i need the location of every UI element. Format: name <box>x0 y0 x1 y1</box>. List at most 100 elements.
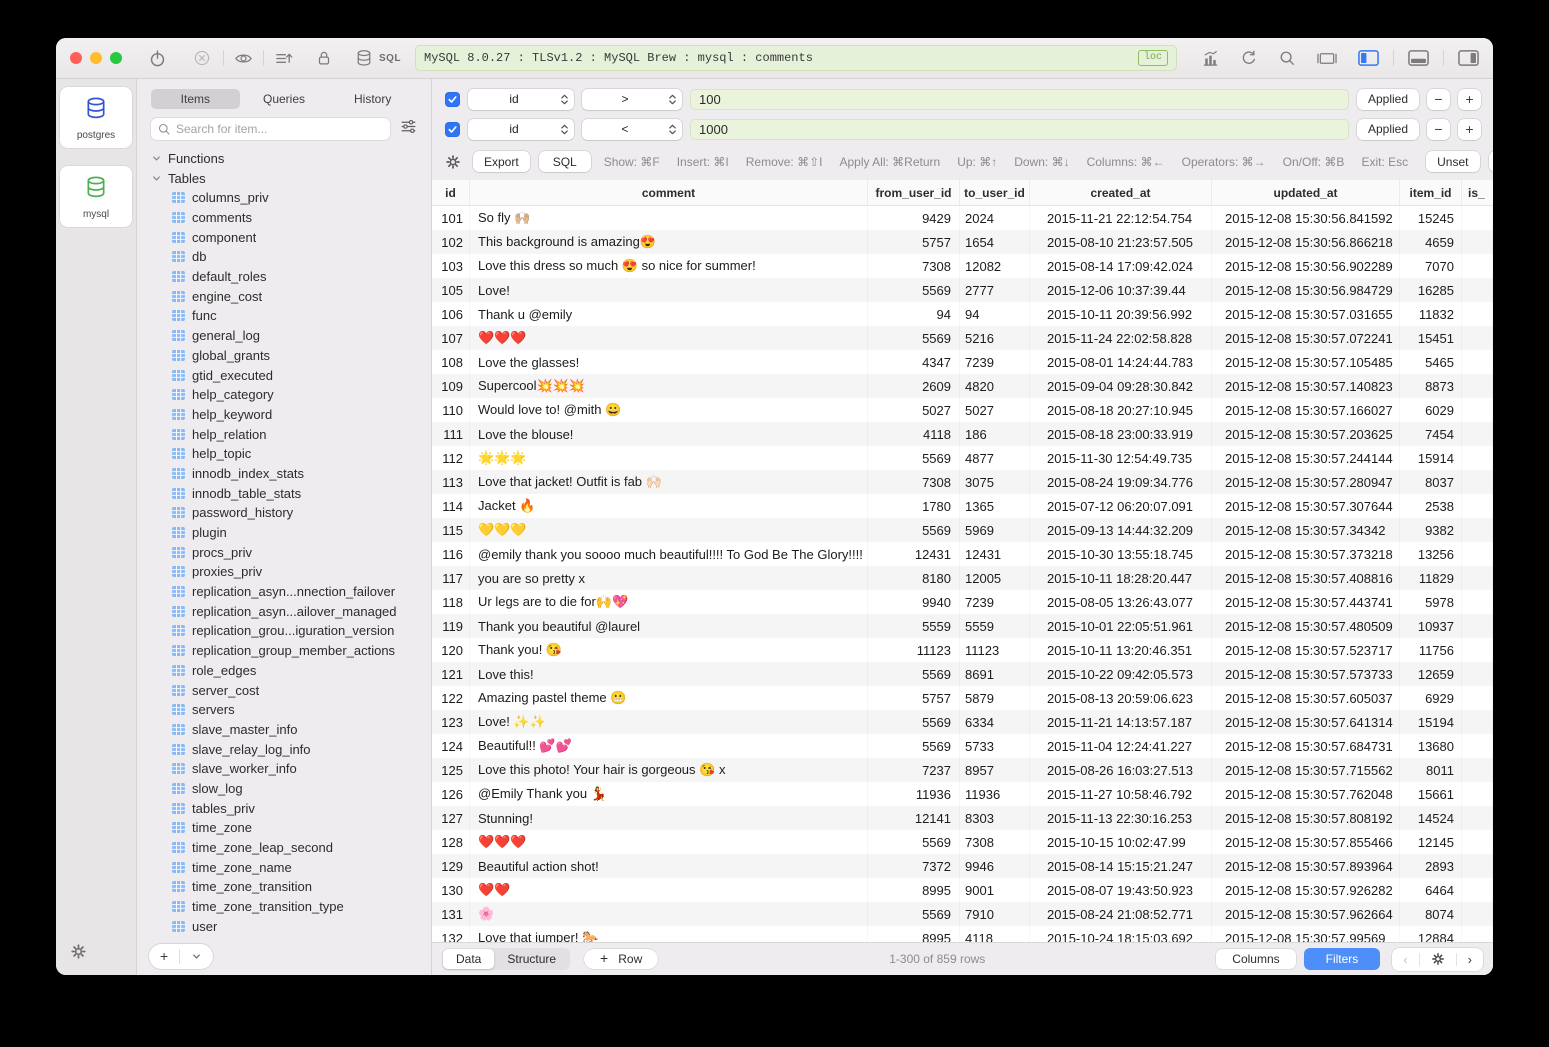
cell-comment[interactable]: This background is amazing😍 <box>470 230 868 254</box>
cell-comment[interactable]: Love that jacket! Outfit is fab 🙌🏻 <box>470 470 868 494</box>
cell-to_user_id[interactable]: 7239 <box>960 350 1030 374</box>
table-row[interactable]: 112🌟🌟🌟556948772015-11-30 12:54:49.735201… <box>432 446 1493 470</box>
cell-updated_at[interactable]: 2015-12-08 15:30:57.031655 <box>1212 302 1400 326</box>
sidebar-table-item[interactable]: help_category <box>151 385 431 405</box>
cell-is[interactable] <box>1462 470 1493 494</box>
table-row[interactable]: 122Amazing pastel theme 😬575758792015-08… <box>432 686 1493 710</box>
columns-button[interactable]: Columns <box>1216 949 1295 969</box>
cell-is[interactable] <box>1462 782 1493 806</box>
cell-is[interactable] <box>1462 494 1493 518</box>
unset-button[interactable]: Unset <box>1426 151 1479 172</box>
cell-is[interactable] <box>1462 806 1493 830</box>
cell-id[interactable]: 119 <box>432 614 470 638</box>
search-icon[interactable] <box>1278 49 1296 67</box>
cell-updated_at[interactable]: 2015-12-08 15:30:56.984729 <box>1212 278 1400 302</box>
cell-comment[interactable]: Thank you! 😘 <box>470 638 868 662</box>
table-row[interactable]: 121Love this!556986912015-10-22 09:42:05… <box>432 662 1493 686</box>
sidebar-table-item[interactable]: tables_priv <box>151 798 431 818</box>
page-settings-gear-icon[interactable] <box>1420 952 1456 966</box>
cell-id[interactable]: 105 <box>432 278 470 302</box>
sidebar-table-item[interactable]: engine_cost <box>151 286 431 306</box>
cell-from_user_id[interactable]: 7308 <box>868 470 960 494</box>
lock-icon[interactable] <box>315 49 333 67</box>
cell-comment[interactable]: Beautiful action shot! <box>470 854 868 878</box>
cell-updated_at[interactable]: 2015-12-08 15:30:57.166027 <box>1212 398 1400 422</box>
cell-id[interactable]: 114 <box>432 494 470 518</box>
cell-updated_at[interactable]: 2015-12-08 15:30:57.762048 <box>1212 782 1400 806</box>
sidebar-table-item[interactable]: help_relation <box>151 424 431 444</box>
cell-is[interactable] <box>1462 878 1493 902</box>
cell-is[interactable] <box>1462 254 1493 278</box>
cell-item_id[interactable]: 13256 <box>1400 542 1462 566</box>
table-row[interactable]: 120Thank you! 😘11123111232015-10-11 13:2… <box>432 638 1493 662</box>
cell-to_user_id[interactable]: 8691 <box>960 662 1030 686</box>
sidebar-table-item[interactable]: plugin <box>151 523 431 543</box>
cell-id[interactable]: 121 <box>432 662 470 686</box>
cell-updated_at[interactable]: 2015-12-08 15:30:57.105485 <box>1212 350 1400 374</box>
sidebar-table-item[interactable]: slave_worker_info <box>151 759 431 779</box>
cell-created_at[interactable]: 2015-08-10 21:23:57.505 <box>1030 230 1212 254</box>
cell-is[interactable] <box>1462 398 1493 422</box>
cell-item_id[interactable]: 9382 <box>1400 518 1462 542</box>
cell-comment[interactable]: Supercool💥💥💥 <box>470 374 868 398</box>
sidebar-table-item[interactable]: time_zone_leap_second <box>151 838 431 858</box>
cell-from_user_id[interactable]: 8180 <box>868 566 960 590</box>
connection-postgres[interactable]: postgres <box>60 87 132 148</box>
cell-from_user_id[interactable]: 8995 <box>868 926 960 942</box>
sidebar-table-item[interactable]: proxies_priv <box>151 562 431 582</box>
toggle-right-panel-icon[interactable] <box>1458 49 1479 67</box>
sidebar-table-item[interactable]: columns_priv <box>151 188 431 208</box>
cell-from_user_id[interactable]: 7308 <box>868 254 960 278</box>
cell-is[interactable] <box>1462 854 1493 878</box>
cell-is[interactable] <box>1462 638 1493 662</box>
add-item-menu-button[interactable] <box>180 951 213 962</box>
cell-id[interactable]: 108 <box>432 350 470 374</box>
table-row[interactable]: 103Love this dress so much 😍 so nice for… <box>432 254 1493 278</box>
cell-comment[interactable]: Love the blouse! <box>470 422 868 446</box>
cell-from_user_id[interactable]: 5569 <box>868 734 960 758</box>
sidebar-table-item[interactable]: slave_master_info <box>151 720 431 740</box>
cell-from_user_id[interactable]: 11123 <box>868 638 960 662</box>
table-row[interactable]: 115💛💛💛556959692015-09-13 14:44:32.209201… <box>432 518 1493 542</box>
cell-to_user_id[interactable]: 9001 <box>960 878 1030 902</box>
sidebar-table-item[interactable]: innodb_index_stats <box>151 464 431 484</box>
sidebar-table-item[interactable]: replication_grou...iguration_version <box>151 621 431 641</box>
cell-from_user_id[interactable]: 12141 <box>868 806 960 830</box>
filter-operator-select[interactable]: > <box>582 89 682 110</box>
cell-from_user_id[interactable]: 8995 <box>868 878 960 902</box>
cell-id[interactable]: 125 <box>432 758 470 782</box>
table-row[interactable]: 116@emily thank you soooo much beautiful… <box>432 542 1493 566</box>
cell-id[interactable]: 122 <box>432 686 470 710</box>
cell-is[interactable] <box>1462 422 1493 446</box>
cell-comment[interactable]: Love! <box>470 278 868 302</box>
cell-to_user_id[interactable]: 2024 <box>960 206 1030 230</box>
cell-created_at[interactable]: 2015-08-26 16:03:27.513 <box>1030 758 1212 782</box>
cell-comment[interactable]: So fly 🙌🏼 <box>470 206 868 230</box>
refresh-icon[interactable] <box>1240 49 1258 67</box>
sidebar-tab-history[interactable]: History <box>328 89 417 109</box>
cell-item_id[interactable]: 6029 <box>1400 398 1462 422</box>
chart-icon[interactable] <box>1201 49 1220 68</box>
cell-to_user_id[interactable]: 1365 <box>960 494 1030 518</box>
cell-from_user_id[interactable]: 9940 <box>868 590 960 614</box>
connection-status-bar[interactable]: MySQL 8.0.27 : TLSv1.2 : MySQL Brew : my… <box>415 45 1177 71</box>
cell-updated_at[interactable]: 2015-12-08 15:30:57.244144 <box>1212 446 1400 470</box>
cell-is[interactable] <box>1462 230 1493 254</box>
connection-mysql[interactable]: mysql <box>60 166 132 227</box>
cell-to_user_id[interactable]: 7239 <box>960 590 1030 614</box>
cell-from_user_id[interactable]: 12431 <box>868 542 960 566</box>
cell-updated_at[interactable]: 2015-12-08 15:30:57.408816 <box>1212 566 1400 590</box>
sidebar-table-item[interactable]: db <box>151 247 431 267</box>
cell-created_at[interactable]: 2015-10-15 10:02:47.99 <box>1030 830 1212 854</box>
cell-to_user_id[interactable]: 5559 <box>960 614 1030 638</box>
sidebar-table-item[interactable]: replication_group_member_actions <box>151 641 431 661</box>
cell-comment[interactable]: Jacket 🔥 <box>470 494 868 518</box>
sidebar-table-item[interactable]: replication_asyn...nnection_failover <box>151 582 431 602</box>
filters-button[interactable]: Filters <box>1304 948 1381 970</box>
cell-comment[interactable]: Thank u @emily <box>470 302 868 326</box>
cell-created_at[interactable]: 2015-11-21 22:12:54.754 <box>1030 206 1212 230</box>
sidebar-table-item[interactable]: replication_asyn...ailover_managed <box>151 601 431 621</box>
cell-created_at[interactable]: 2015-08-14 15:15:21.247 <box>1030 854 1212 878</box>
cell-id[interactable]: 130 <box>432 878 470 902</box>
cell-item_id[interactable]: 4659 <box>1400 230 1462 254</box>
